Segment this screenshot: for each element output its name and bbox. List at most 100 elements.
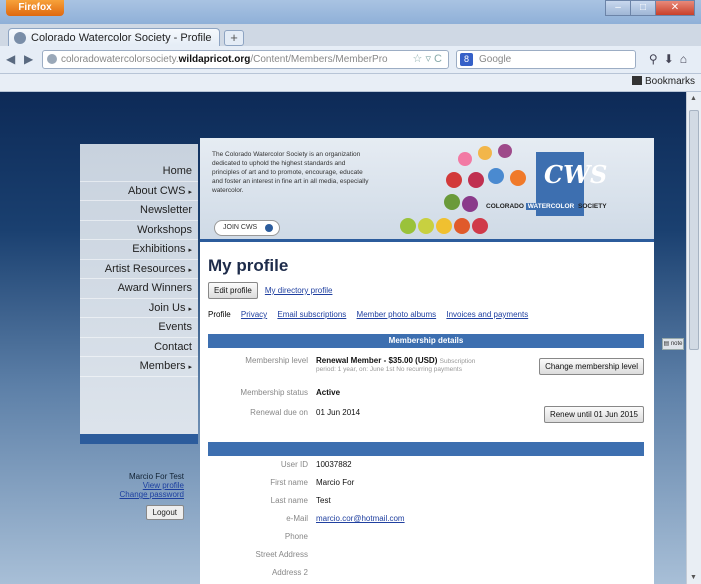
profile-field-label: e-Mail [286,514,308,523]
nav-item-label: Home [162,165,192,177]
page-viewport: Home About CWS ▸ Newsletter Workshops Exhibit… [0,92,686,584]
page-title: My profile [208,256,289,275]
profile-field-row: Address 2 [208,568,644,582]
favicon-icon [14,32,26,44]
header-blurb: The Colorado Watercolor Society is an or… [212,151,369,194]
profile-field-label: Street Address [255,550,308,559]
logout-button[interactable]: Logout [145,505,184,520]
renewal-row: Renewal due on 01 Jun 2014 Renew until 0… [208,406,644,430]
profile-field-row: First name Marcio For [208,478,644,492]
scroll-down-icon[interactable]: ▼ [690,574,697,581]
logo-mark: CWS [544,160,608,189]
scrollbar-thumb[interactable] [689,110,699,350]
nav-item-contact[interactable]: Contact [80,338,198,357]
profile-tabs: Profile Privacy Email subscriptions Memb… [208,310,536,319]
tab-title: Colorado Watercolor Society - Profile [31,32,212,44]
renewal-value: 01 Jun 2014 [316,408,361,417]
nav-item-workshops[interactable]: Workshops [80,221,198,240]
forward-arrow-icon[interactable]: ▶ [24,52,33,66]
site-identity-icon[interactable] [47,54,57,64]
toolbar-icons[interactable]: ⚲⬇⌂ [649,52,693,66]
navigation-toolbar: ◀ ▶ coloradowatercolorsociety.wildaprico… [0,46,701,74]
search-bar[interactable]: 8 Google [456,50,636,69]
nav-item-join-us[interactable]: Join Us ▸ [80,299,198,318]
minimize-button[interactable]: – [605,0,631,16]
nav-item-label: Events [158,321,192,333]
profile-field-value: 10037882 [316,460,352,469]
submenu-arrow-icon: ▸ [188,188,192,196]
edit-profile-button[interactable]: Edit profile [208,282,258,299]
firefox-menu-button[interactable]: Firefox [6,0,64,16]
membership-level-note: period: 1 year, on: June 1st No recurrin… [316,366,462,373]
profile-field-row: e-Mail marcio.cor@hotmail.com [208,514,644,528]
email-link[interactable]: marcio.cor@hotmail.com [316,514,405,523]
nav-item-newsletter[interactable]: Newsletter [80,201,198,221]
nav-item-label: Newsletter [140,204,192,216]
profile-actions: Edit profile My directory profile [208,282,332,299]
url-bar[interactable]: coloradowatercolorsociety.wildapricot.or… [42,50,449,69]
submenu-arrow-icon: ▸ [188,305,192,313]
bookmarks-label: Bookmarks [644,76,695,87]
profile-field-row: Street Address [208,550,644,564]
nav-item-members[interactable]: Members ▸ [80,357,198,377]
membership-status-value: Active [316,388,340,397]
nav-item-about-cws[interactable]: About CWS ▸ [80,182,198,201]
nav-item-label: Artist Resources [104,262,186,275]
membership-level-label: Membership level [245,356,308,365]
renew-button[interactable]: Renew until 01 Jun 2015 [543,406,644,423]
nav-item-exhibitions[interactable]: Exhibitions ▸ [80,240,198,260]
tab-invoices-payments[interactable]: Invoices and payments [446,310,528,319]
profile-field-label: First name [270,478,308,487]
join-cws-button[interactable]: JOIN CWS [214,220,280,236]
nav-item-label: Members [139,360,186,372]
change-password-link[interactable]: Change password [80,490,184,499]
nav-item-label: About CWS [128,184,186,197]
submenu-arrow-icon: ▸ [188,266,192,274]
nav-item-label: Exhibitions [132,243,186,255]
login-box: Marcio For Test View profile Change pass… [80,472,198,520]
browser-tab[interactable]: Colorado Watercolor Society - Profile [8,28,220,48]
profile-field-row: User ID 10037882 [208,460,644,474]
left-nav-footer-bar [80,434,198,444]
profile-field-value: Marcio For [316,478,355,487]
vertical-scrollbar[interactable]: ▲ ▼ [686,92,701,584]
change-membership-level-button[interactable]: Change membership level [539,358,644,375]
submenu-arrow-icon: ▸ [188,364,192,371]
membership-level-value: Renewal Member - $35.00 (USD) Subscripti… [316,356,475,373]
nav-item-artist-resources[interactable]: Artist Resources ▸ [80,260,198,279]
logged-in-name: Marcio For Test [129,472,184,481]
maximize-button[interactable]: □ [630,0,656,16]
nav-item-label: Workshops [137,223,192,236]
scroll-up-icon[interactable]: ▲ [690,95,697,102]
profile-field-label: Address 2 [271,568,308,577]
side-widget-icon[interactable]: ▤ note [662,338,684,350]
url-domain: wildapricot.org [178,54,251,65]
membership-status-text: Active [316,388,341,397]
tab-email-subscriptions[interactable]: Email subscriptions [277,310,346,319]
close-button[interactable]: ✕ [655,0,695,16]
directory-profile-link[interactable]: My directory profile [265,286,333,295]
profile-field-value: Test [316,496,331,505]
new-tab-button[interactable]: + [224,30,244,46]
profile-field-row: Phone [208,532,644,546]
nav-item-label: Contact [154,340,192,353]
nav-item-label: Award Winners [117,282,192,294]
join-cws-label: JOIN CWS [223,224,258,231]
tab-privacy[interactable]: Privacy [241,310,267,319]
bookmark-star-icon[interactable]: ☆ ▿ C [413,51,442,68]
search-placeholder: Google [479,54,512,65]
tab-profile[interactable]: Profile [208,310,231,319]
membership-level-text: Renewal Member - $35.00 (USD) [316,356,438,365]
submenu-arrow-icon: ▸ [188,247,192,254]
back-arrow-icon[interactable]: ◀ [6,52,15,66]
nav-item-events[interactable]: Events [80,318,198,338]
nav-item-award-winners[interactable]: Award Winners [80,279,198,299]
search-engine-icon[interactable]: 8 [460,53,473,66]
membership-status-row: Membership status Active [208,388,644,402]
tab-member-photo-albums[interactable]: Member photo albums [357,310,437,319]
nav-item-home[interactable]: Home [80,162,198,182]
nav-item-label: Join Us [148,301,186,314]
main-content: The Colorado Watercolor Society is an or… [200,138,654,584]
bookmarks-button[interactable]: Bookmarks [631,76,695,87]
view-profile-link[interactable]: View profile [80,481,184,490]
